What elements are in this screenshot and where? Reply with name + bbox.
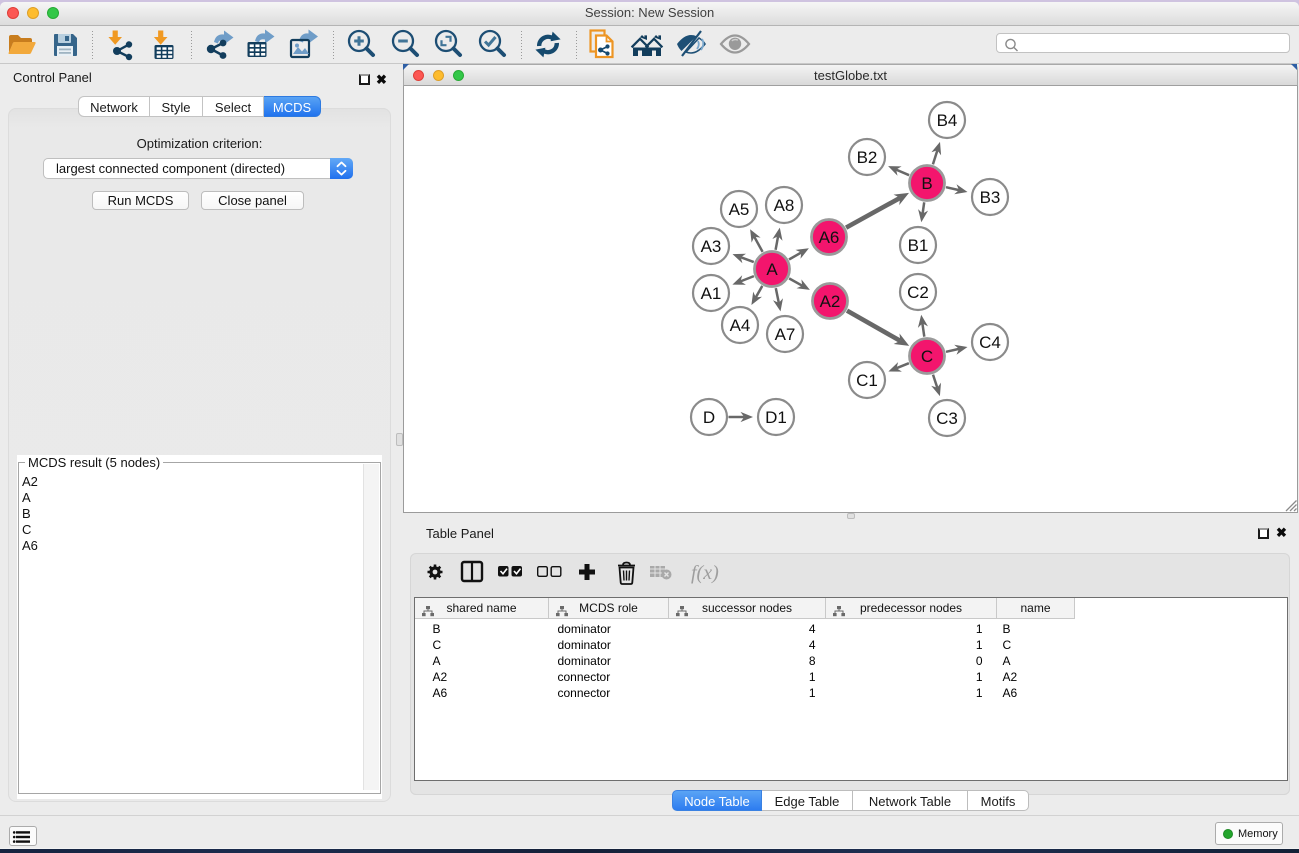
- svg-text:C1: C1: [856, 371, 878, 390]
- svg-text:B3: B3: [979, 188, 1000, 207]
- svg-text:C3: C3: [936, 409, 958, 428]
- svg-text:C4: C4: [979, 333, 1001, 352]
- svg-text:D: D: [702, 408, 714, 427]
- svg-text:C: C: [920, 347, 932, 366]
- svg-text:A1: A1: [700, 284, 721, 303]
- svg-text:D1: D1: [765, 408, 787, 427]
- svg-text:A6: A6: [818, 228, 839, 247]
- svg-text:f(x): f(x): [691, 562, 719, 584]
- svg-text:B4: B4: [936, 111, 957, 130]
- svg-text:A8: A8: [773, 196, 794, 215]
- svg-text:A7: A7: [774, 325, 795, 344]
- svg-text:A5: A5: [728, 200, 749, 219]
- svg-text:A: A: [766, 260, 778, 279]
- svg-text:C2: C2: [907, 283, 929, 302]
- svg-text:B: B: [921, 174, 932, 193]
- svg-text:B1: B1: [907, 236, 928, 255]
- svg-text:A4: A4: [729, 316, 750, 335]
- svg-text:A3: A3: [700, 237, 721, 256]
- svg-text:B2: B2: [856, 148, 877, 167]
- svg-text:A2: A2: [819, 292, 840, 311]
